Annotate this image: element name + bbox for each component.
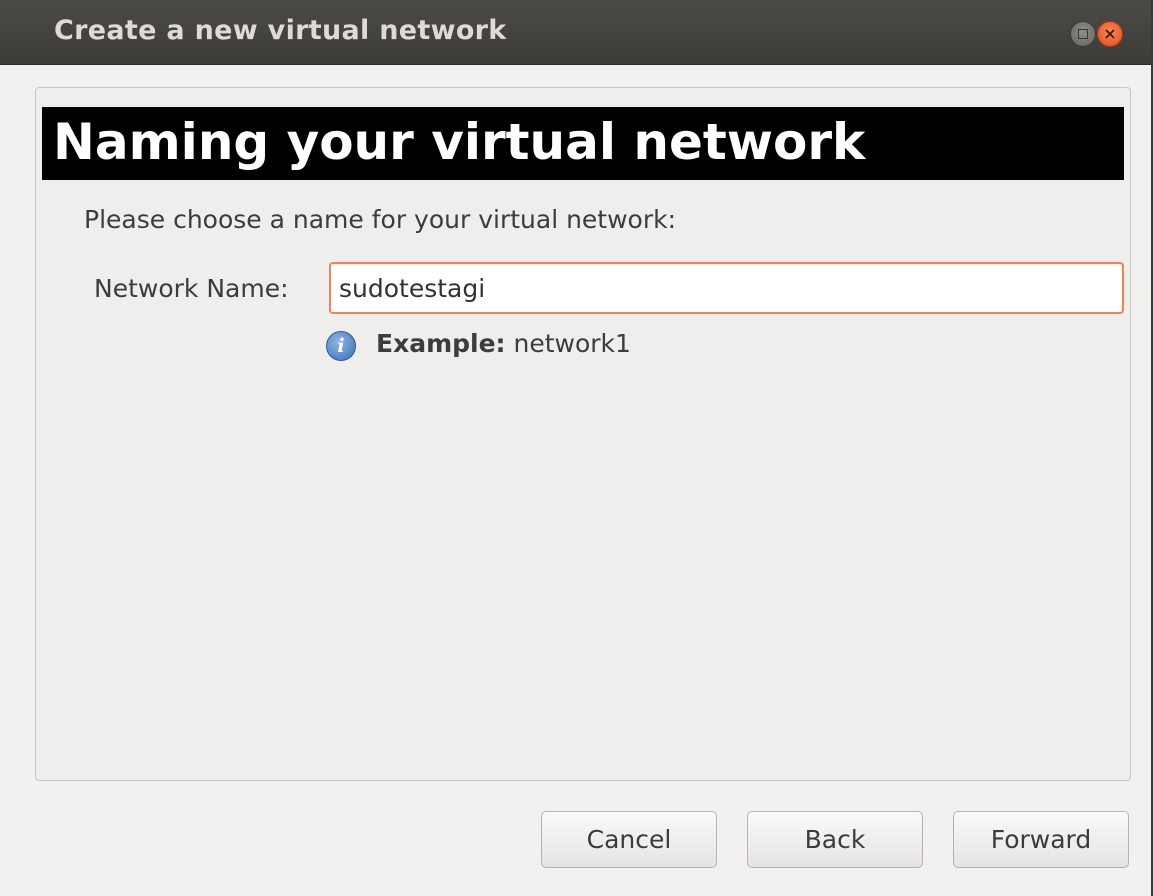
example-value: network1 xyxy=(505,329,631,358)
example-label: Example: xyxy=(376,329,506,358)
wizard-panel: Naming your virtual network Please choos… xyxy=(35,87,1131,781)
close-icon[interactable]: × xyxy=(1097,21,1123,47)
network-name-label: Network Name: xyxy=(94,274,289,303)
maximize-icon[interactable] xyxy=(1070,21,1096,47)
network-name-input[interactable] xyxy=(329,262,1124,314)
instruction-text: Please choose a name for your virtual ne… xyxy=(84,205,677,234)
cancel-button[interactable]: Cancel xyxy=(541,811,717,868)
page-header: Naming your virtual network xyxy=(42,107,1124,180)
forward-button[interactable]: Forward xyxy=(953,811,1129,868)
title-bar[interactable]: Create a new virtual network × xyxy=(0,0,1151,65)
page-title: Naming your virtual network xyxy=(53,113,866,171)
back-button[interactable]: Back xyxy=(747,811,923,868)
dialog-window: Create a new virtual network × Naming yo… xyxy=(0,0,1153,896)
window-title: Create a new virtual network xyxy=(54,15,507,46)
info-icon: i xyxy=(326,331,356,361)
example-hint: Example: network1 xyxy=(376,329,631,358)
